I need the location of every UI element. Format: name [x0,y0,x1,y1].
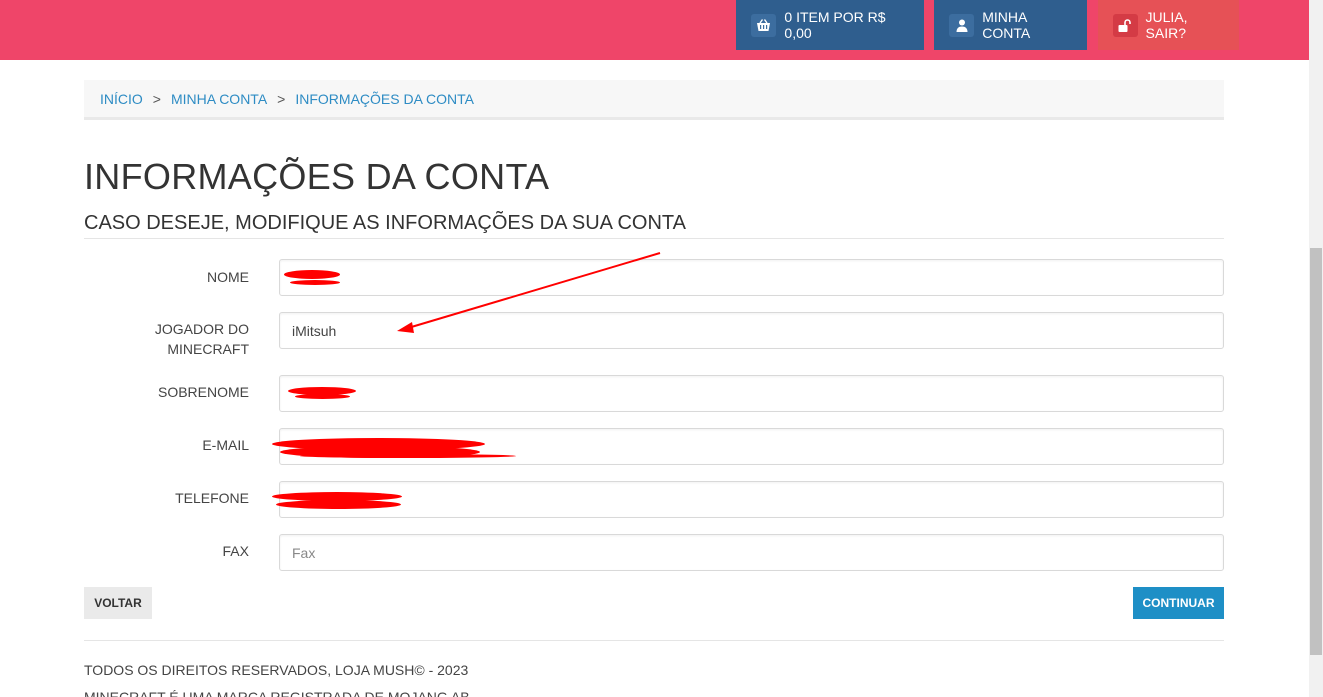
minecraft-player-label-line1: JOGADOR DO [154,321,249,337]
phone-label: TELEFONE [175,490,249,506]
cart-label: 0 ITEM POR R$ 0,00 [784,9,886,41]
title-divider [84,238,1224,239]
minecraft-player-label: JOGADOR DO MINECRAFT [124,319,249,359]
page-title: INFORMAÇÕES DA CONTA [84,156,550,197]
page-subtitle: CASO DESEJE, MODIFIQUE AS INFORMAÇÕES DA… [84,212,686,234]
unlock-icon [1113,13,1138,37]
breadcrumb: INÍCIO > MINHA CONTA > INFORMAÇÕES DA CO… [84,80,1224,120]
my-account-button[interactable]: MINHA CONTA [934,0,1087,50]
footer-divider [84,640,1224,641]
logout-label: JULIA, SAIR? [1145,9,1188,41]
minecraft-player-input[interactable] [279,312,1224,349]
last-name-label: SOBRENOME [157,384,249,400]
page-scrollbar-thumb[interactable] [1310,248,1322,655]
breadcrumb-home[interactable]: INÍCIO [100,91,143,107]
breadcrumb-my-account[interactable]: MINHA CONTA [171,91,267,107]
redaction-mark [290,280,340,285]
footer-copyright: TODOS OS DIREITOS RESERVADOS, LOJA MUSH©… [84,662,469,678]
redaction-mark [300,454,516,458]
redaction-mark [284,270,340,279]
first-name-label: NOME [207,269,249,285]
breadcrumb-separator: > [152,90,161,107]
basket-icon [751,13,777,37]
phone-input[interactable] [279,481,1224,518]
fax-label: FAX [222,543,249,559]
continue-button[interactable]: CONTINUAR [1133,587,1224,619]
logout-button[interactable]: JULIA, SAIR? [1098,0,1239,50]
redaction-mark [295,394,350,399]
breadcrumb-separator: > [277,90,286,107]
first-name-input[interactable] [279,259,1224,296]
breadcrumb-account-info[interactable]: INFORMAÇÕES DA CONTA [295,91,474,107]
my-account-label: MINHA CONTA [982,9,1031,41]
user-icon [949,13,975,37]
email-label: E-MAIL [202,437,249,453]
fax-input[interactable] [279,534,1224,571]
cart-button[interactable]: 0 ITEM POR R$ 0,00 [736,0,924,50]
redaction-mark [276,500,401,509]
minecraft-player-label-line2: MINECRAFT [167,341,249,357]
footer-trademark: MINECRAFT É UMA MARCA REGISTRADA DE MOJA… [84,689,470,697]
back-button[interactable]: VOLTAR [84,587,152,619]
last-name-input[interactable] [279,375,1224,412]
